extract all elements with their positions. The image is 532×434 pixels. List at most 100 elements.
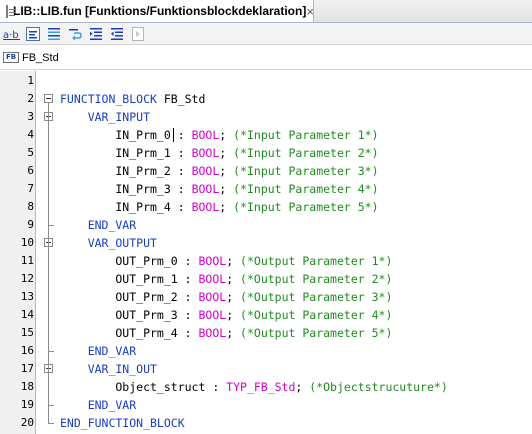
identifier-token: ; [219,164,234,178]
indent-icon[interactable] [87,26,104,42]
code-text: OUT_Prm_4 : BOOL; (*Output Parameter 5*) [60,324,392,342]
identifier-token: FB_Std [156,92,206,106]
code-line[interactable]: 12 OUT_Prm_1 : BOOL; (*Output Parameter … [0,270,532,288]
code-text: VAR_IN_OUT [60,360,157,378]
code-text: IN_Prm_1 : BOOL; (*Input Parameter 2*) [60,144,379,162]
align-icon[interactable] [45,26,62,42]
format-block-icon[interactable] [24,26,41,42]
code-text: VAR_OUTPUT [60,234,157,252]
comment-token: (*Objectstrucuture*) [309,380,448,394]
code-text: END_VAR [60,216,136,234]
line-number: 10 [20,236,34,249]
identifier-token: ; [219,200,234,214]
line-number: 9 [27,218,34,231]
code-line[interactable]: 1 [0,72,532,90]
type-token: BOOL [198,308,227,322]
code-line[interactable]: 3 VAR_INPUT [0,108,532,126]
identifier-token: OUT_Prm_2 : [60,290,199,304]
identifier-token: ; [295,380,310,394]
code-text: OUT_Prm_3 : BOOL; (*Output Parameter 4*) [60,306,392,324]
type-token: BOOL [198,326,227,340]
line-number: 7 [27,182,34,195]
keyword-token: END_FUNCTION_BLOCK [60,416,185,430]
code-line[interactable]: 20 END_FUNCTION_BLOCK [0,414,532,432]
keyword-token: VAR_INPUT [60,110,151,124]
function-block-icon: FB [3,52,19,63]
identifier-token: ; [219,146,234,160]
close-icon[interactable]: × [306,5,314,18]
object-name[interactable]: FB_Std [22,52,59,64]
identifier-token: Object_struct : [60,380,227,394]
code-line[interactable]: 6 IN_Prm_2 : BOOL; (*Input Parameter 3*) [0,162,532,180]
line-number: 3 [27,110,34,123]
identifier-token: OUT_Prm_0 : [60,254,199,268]
identifier-token: IN_Prm_3 : [60,182,192,196]
line-number: 4 [27,128,34,141]
comment-token: (*Output Parameter 4*) [240,308,393,322]
abc-format-icon[interactable]: a·b [3,26,20,42]
code-text: END_VAR [60,342,136,360]
code-text: OUT_Prm_2 : BOOL; (*Output Parameter 3*) [60,288,392,306]
editor-tab[interactable]: LIB::LIB.fun [Funktions/Funktionsblockde… [0,0,314,22]
line-number: 17 [20,362,34,375]
code-line[interactable]: 11 OUT_Prm_0 : BOOL; (*Output Parameter … [0,252,532,270]
code-line[interactable]: 10 VAR_OUTPUT [0,234,532,252]
code-text: OUT_Prm_1 : BOOL; (*Output Parameter 2*) [60,270,392,288]
code-line[interactable]: 5 IN_Prm_1 : BOOL; (*Input Parameter 2*) [0,144,532,162]
code-line[interactable]: 7 IN_Prm_3 : BOOL; (*Input Parameter 4*) [0,180,532,198]
code-line[interactable]: 16 END_VAR [0,342,532,360]
code-editor[interactable]: 1 2 FUNCTION_BLOCK FB_Std 3 VAR_INPUT 4 IN_P… [0,71,532,434]
code-line[interactable]: 14 OUT_Prm_3 : BOOL; (*Output Parameter … [0,306,532,324]
tab-title: LIB::LIB.fun [Funktions/Funktionsblockde… [13,4,307,18]
comment-token: (*Input Parameter 4*) [233,182,379,196]
code-text: FUNCTION_BLOCK FB_Std [60,90,205,108]
line-number: 20 [20,416,34,429]
line-number: 5 [27,146,34,159]
code-text: IN_Prm_2 : BOOL; (*Input Parameter 3*) [60,162,379,180]
comment-token: (*Input Parameter 2*) [233,146,379,160]
line-number: 18 [20,380,34,393]
identifier-token: OUT_Prm_1 : [60,272,199,286]
code-line[interactable]: 9 END_VAR [0,216,532,234]
type-token: BOOL [198,290,227,304]
code-text: OUT_Prm_0 : BOOL; (*Output Parameter 1*) [60,252,392,270]
wrap-icon[interactable] [66,26,83,42]
line-number: 8 [27,200,34,213]
code-line[interactable]: 8 IN_Prm_4 : BOOL; (*Input Parameter 5*) [0,198,532,216]
identifier-token: ; [226,308,241,322]
identifier-token: IN_Prm_2 : [60,164,192,178]
code-text: IN_Prm_4 : BOOL; (*Input Parameter 5*) [60,198,378,216]
code-line[interactable]: 17 VAR_IN_OUT [0,360,532,378]
code-text: END_FUNCTION_BLOCK [60,414,185,432]
type-token: TYP_FB_Std [226,380,296,394]
identifier-token: IN_Prm_0 : [60,128,192,142]
code-line[interactable]: 13 OUT_Prm_2 : BOOL; (*Output Parameter … [0,288,532,306]
type-token: BOOL [198,254,227,268]
identifier-token: OUT_Prm_3 : [60,308,199,322]
identifier-token: ; [219,128,234,142]
disabled-action-icon[interactable] [129,26,146,42]
keyword-token: FUNCTION_BLOCK [60,92,157,106]
identifier-token: ; [226,326,241,340]
code-line[interactable]: 15 OUT_Prm_4 : BOOL; (*Output Parameter … [0,324,532,342]
line-number: 11 [20,254,34,267]
document-icon [6,4,15,18]
type-token: BOOL [191,146,220,160]
comment-token: (*Output Parameter 3*) [240,290,393,304]
editor-toolbar: a·b [0,23,532,45]
outdent-icon[interactable] [108,26,125,42]
comment-token: (*Input Parameter 1*) [233,128,379,142]
keyword-token: END_VAR [60,398,137,412]
code-text: VAR_INPUT [60,108,150,126]
code-line[interactable]: 19 END_VAR [0,396,532,414]
code-line[interactable]: 4 IN_Prm_0 : BOOL; (*Input Parameter 1*) [0,126,532,144]
code-line[interactable]: 18 Object_struct : TYP_FB_Std; (*Objects… [0,378,532,396]
line-number: 6 [27,164,34,177]
keyword-token: END_VAR [60,218,137,232]
comment-token: (*Input Parameter 3*) [233,164,379,178]
line-number: 15 [20,326,34,339]
identifier-token: ; [226,290,241,304]
line-number: 19 [20,398,34,411]
code-line[interactable]: 2 FUNCTION_BLOCK FB_Std [0,90,532,108]
text-caret [173,128,174,142]
